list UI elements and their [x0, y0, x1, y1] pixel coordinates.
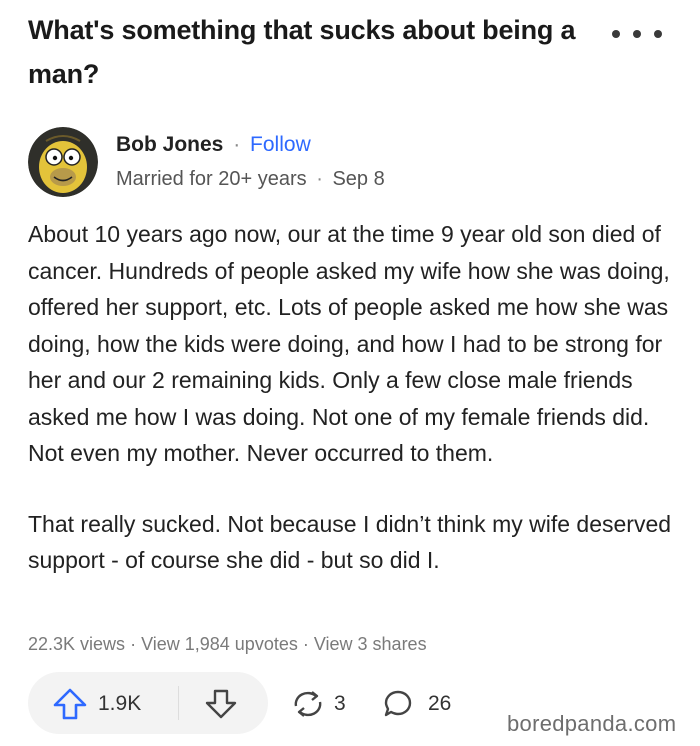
- follow-button[interactable]: Follow: [250, 133, 311, 156]
- answer-paragraph: That really sucked. Not because I didn’t…: [28, 510, 672, 574]
- downvote-button[interactable]: [204, 686, 238, 722]
- comment-button[interactable]: 26: [382, 686, 451, 722]
- downvote-arrow-icon: [205, 689, 237, 719]
- watermark: boredpanda.com: [507, 711, 677, 736]
- separator: ·: [302, 634, 309, 654]
- more-dot-icon: [654, 30, 662, 38]
- cartoon-avatar-icon: [28, 127, 98, 197]
- author-name[interactable]: Bob Jones: [116, 133, 223, 156]
- upvote-button[interactable]: 1.9K: [52, 686, 141, 722]
- view-upvotes-link[interactable]: View 1,984 upvotes: [141, 634, 298, 654]
- upvote-count: 1.9K: [98, 692, 142, 715]
- views-count: 22.3K views: [28, 634, 126, 654]
- share-button[interactable]: 3: [290, 686, 346, 722]
- share-count: 3: [334, 692, 346, 715]
- author-credential: Married for 20+ years: [116, 168, 307, 190]
- view-shares-link[interactable]: View 3 shares: [314, 634, 427, 654]
- more-dot-icon: [612, 30, 620, 38]
- vote-divider: [178, 686, 179, 720]
- vote-pill: 1.9K: [28, 672, 268, 734]
- more-dot-icon: [633, 30, 641, 38]
- comment-bubble-icon: [384, 690, 412, 717]
- separator: ·: [130, 634, 137, 654]
- answer-date[interactable]: Sep 8: [332, 168, 384, 190]
- answer-paragraph: About 10 years ago now, our at the time …: [28, 221, 670, 466]
- comment-count: 26: [428, 692, 452, 715]
- separator: ·: [233, 133, 241, 156]
- upvote-arrow-icon: [53, 688, 87, 720]
- answer-stats: 22.3K views · View 1,984 upvotes · View 3 sh…: [28, 632, 427, 656]
- separator: ·: [316, 168, 323, 190]
- avatar[interactable]: [28, 127, 98, 197]
- answer-body: About 10 years ago now, our at the time …: [28, 216, 678, 579]
- share-icon: [294, 691, 322, 717]
- author-meta: Married for 20+ years · Sep 8: [116, 166, 385, 192]
- author-line: Bob Jones · Follow: [116, 132, 311, 158]
- question-title[interactable]: What's something that sucks about being …: [28, 8, 588, 96]
- more-options-button[interactable]: [612, 22, 662, 46]
